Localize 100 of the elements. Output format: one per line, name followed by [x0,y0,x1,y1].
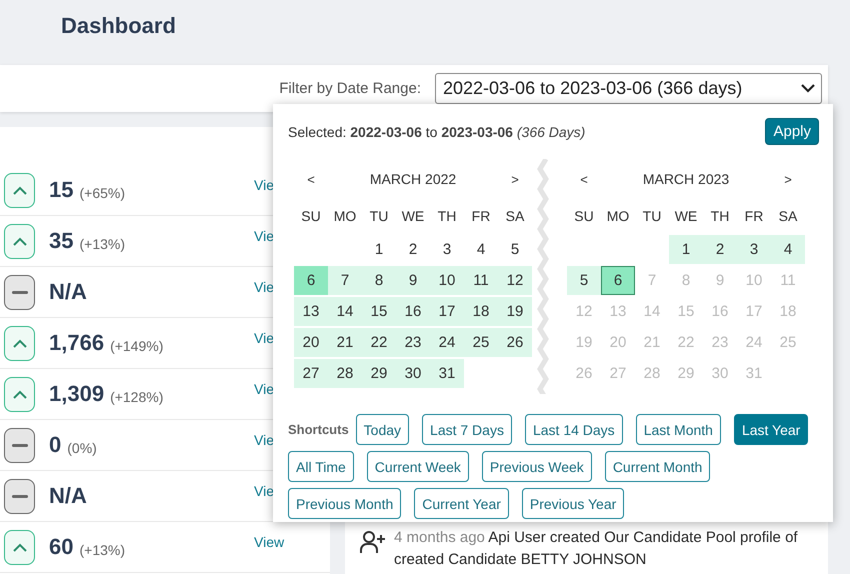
stat-value: 0 [49,432,62,458]
calendar-day[interactable]: 31 [430,359,464,388]
stat-change: (0%) [67,440,97,456]
calendar-day[interactable]: 5 [567,266,601,295]
stat-value: N/A [49,483,87,509]
previous-month-button[interactable]: < [567,172,601,186]
caret-icon [801,84,815,93]
stat-change: (+149%) [110,338,164,354]
view-link[interactable]: Vie [254,330,274,346]
shortcut-button[interactable]: Previous Week [482,451,592,482]
calendar-day[interactable]: 23 [396,328,430,357]
view-link[interactable]: Vie [254,483,274,499]
activity-text: 4 months ago Api User created Our Candidate Pool profile of created Candidate BETTY JOHNSON [394,528,799,570]
view-link[interactable]: Vie [254,432,274,448]
shortcuts-label: Shortcuts [288,422,349,437]
calendar-day[interactable]: 26 [498,328,532,357]
weekday-label: WE [400,207,426,226]
minus-icon [12,290,28,294]
chevron-up-icon [12,542,26,552]
apply-button[interactable]: Apply [765,118,819,145]
calendar-day[interactable]: 14 [328,297,362,326]
stat-value: 35 [49,228,74,254]
calendar-day[interactable]: 6 [294,266,328,295]
calendar-day[interactable]: 29 [362,359,396,388]
calendar-day[interactable]: 1 [669,235,703,264]
shortcut-button[interactable]: Current Week [366,451,469,482]
stat-value: 1,309 [49,381,104,407]
calendar-day[interactable]: 11 [464,266,498,295]
calendar-day: 19 [567,328,601,357]
stat-value: 1,766 [49,330,104,356]
calendar-day[interactable]: 8 [362,266,396,295]
calendar-day: 12 [567,297,601,326]
shortcut-button[interactable]: Previous Month [288,488,402,519]
weekday-label: TU [368,207,390,226]
calendar-day[interactable]: 27 [294,359,328,388]
shortcut-button[interactable]: Current Month [604,451,710,482]
chevron-up-icon [12,338,26,348]
calendar-day[interactable]: 2 [703,235,737,264]
calendar-day[interactable]: 3 [737,235,771,264]
month-title: MARCH 2022 [368,171,458,187]
calendar-day[interactable]: 19 [498,297,532,326]
calendar-day[interactable]: 4 [771,235,805,264]
shortcut-button[interactable]: Previous Year [522,488,624,519]
calendar-day[interactable]: 28 [328,359,362,388]
calendar-day[interactable]: 5 [498,235,532,264]
next-month-button[interactable]: > [771,172,805,186]
view-link[interactable]: Vie [254,228,274,244]
weekday-label: SU [573,207,595,226]
shortcut-button[interactable]: Current Year [414,488,509,519]
calendar-day[interactable]: 2 [396,235,430,264]
calendar-day: 30 [703,359,737,388]
calendar-day[interactable]: 4 [464,235,498,264]
calendar-day[interactable]: 24 [430,328,464,357]
calendar-day: 20 [601,328,635,357]
shortcut-button[interactable]: Last Month [636,414,721,445]
shortcut-button[interactable]: Today [356,414,410,445]
calendar-day: 15 [669,297,703,326]
calendar-day: 8 [669,266,703,295]
weekday-label: TU [642,207,662,226]
next-month-button[interactable]: > [498,172,532,186]
weekday-label: SA [504,207,526,226]
shortcut-button[interactable]: Last Year [734,414,808,445]
calendar-day[interactable]: 18 [464,297,498,326]
previous-month-button[interactable]: < [294,172,328,186]
calendar-day: 11 [771,266,805,295]
calendar-day[interactable]: 9 [396,266,430,295]
calendar-day[interactable]: 20 [294,328,328,357]
calendar-day[interactable]: 16 [396,297,430,326]
stat-change: (+65%) [79,184,126,200]
calendar-day: 18 [771,297,805,326]
shortcut-button[interactable]: All Time [288,451,354,482]
stat-change: (+13%) [79,542,126,558]
weekday-label: SA [778,207,798,226]
calendar-day[interactable]: 12 [498,266,532,295]
calendar-day[interactable]: 22 [362,328,396,357]
calendar-day[interactable]: 17 [430,297,464,326]
date-range-select[interactable]: 2022-03-06 to 2023-03-06 (366 days) [435,73,822,104]
calendar-day[interactable]: 6 [601,266,635,295]
calendar-day[interactable]: 3 [430,235,464,264]
view-link[interactable]: Vie [254,279,274,295]
view-link[interactable]: Vie [254,381,274,397]
calendar-day[interactable]: 10 [430,266,464,295]
minus-icon [12,494,28,498]
calendar-day[interactable]: 7 [328,266,362,295]
calendar-day[interactable]: 21 [328,328,362,357]
shortcut-button[interactable]: Last 7 Days [422,414,512,445]
weekday-label: MO [606,207,630,226]
weekday-label: WE [674,207,698,226]
stat-value: N/A [49,279,87,305]
shortcut-button[interactable]: Last 14 Days [524,414,623,445]
page-title: Dashboard [60,12,177,40]
filter-label: Filter by Date Range: [279,80,421,97]
calendar-day: 10 [737,266,771,295]
view-link[interactable]: View [254,534,284,550]
calendar-day[interactable]: 25 [464,328,498,357]
view-link[interactable]: Vie [254,177,274,193]
calendar-day[interactable]: 30 [396,359,430,388]
calendar-day[interactable]: 15 [362,297,396,326]
calendar-day[interactable]: 13 [294,297,328,326]
calendar-day[interactable]: 1 [362,235,396,264]
